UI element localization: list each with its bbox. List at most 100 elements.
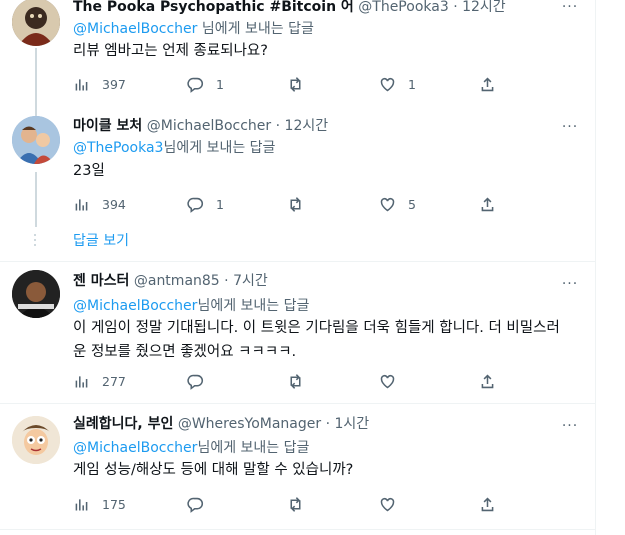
views-count: 277 [102, 373, 126, 389]
reply-context-text: 님에게 보내는 답글 [197, 440, 310, 456]
retweet-button[interactable] [287, 493, 316, 515]
timestamp[interactable]: 12시간 [285, 118, 329, 134]
retweet-icon [290, 373, 301, 389]
tweet-header: 마이클 보처 @MichaelBoccher · 12시간 [73, 116, 328, 136]
reply-mention-link[interactable]: @MichaelBoccher [73, 440, 197, 456]
share-button[interactable] [479, 493, 496, 515]
views-icon [75, 498, 88, 510]
avatar[interactable] [12, 416, 60, 464]
tweet-3[interactable]: 젠 마스터 @antman85 · 7시간 ··· @MichaelBocche… [0, 262, 595, 402]
reply-icon [187, 197, 203, 213]
reply-mention-link[interactable]: @ThePooka3 [73, 140, 163, 156]
tweet-header: 실례합니다, 부인 @WheresYoManager · 1시간 [73, 414, 369, 434]
views-icon [75, 375, 88, 387]
like-button[interactable]: 5 [379, 193, 416, 215]
views-button[interactable]: 277 [73, 370, 126, 392]
tweet-1[interactable]: The Pooka Psychopathic #Bitcoin 어 @ThePo… [0, 0, 595, 118]
reply-count: 1 [216, 196, 224, 212]
reply-icon [187, 374, 203, 390]
more-icon[interactable]: ··· [559, 274, 581, 294]
user-handle[interactable]: @MichaelBoccher [147, 118, 271, 134]
tweet-2[interactable]: 마이클 보처 @MichaelBoccher · 12시간 ··· @ThePo… [0, 110, 595, 260]
reply-context: @MichaelBoccher님에게 보내는 답글 [73, 438, 309, 458]
tweet-actions: 175 [73, 493, 503, 515]
share-icon [481, 196, 494, 211]
reply-context: @MichaelBoccher 님에게 보내는 답글 [73, 19, 314, 39]
user-handle[interactable]: @ThePooka3 [358, 0, 448, 15]
views-count: 397 [102, 76, 126, 92]
dot-separator: · [453, 0, 458, 15]
share-icon [481, 496, 494, 511]
reply-feed: The Pooka Psychopathic #Bitcoin 어 @ThePo… [0, 0, 596, 535]
avatar[interactable] [12, 270, 60, 318]
avatar[interactable] [12, 0, 60, 46]
views-button[interactable]: 394 [73, 193, 126, 215]
display-name[interactable]: 젠 마스터 [73, 273, 129, 289]
more-icon[interactable]: ··· [559, 0, 581, 17]
views-count: 394 [102, 196, 126, 212]
tweet-text: 이 게임이 정말 기대됩니다. 이 트윗은 기다림을 더욱 힘들게 합니다. 더… [73, 320, 560, 360]
more-icon[interactable]: ··· [559, 117, 581, 137]
timestamp[interactable]: 1시간 [334, 416, 369, 432]
like-button[interactable] [379, 370, 408, 392]
timestamp[interactable]: 7시간 [233, 273, 268, 289]
heart-icon [380, 197, 395, 211]
dot-separator: · [325, 416, 331, 432]
display-name[interactable]: 마이클 보처 [73, 118, 142, 134]
reply-icon [187, 77, 203, 93]
dot-separator: · [275, 118, 281, 134]
tweet-4[interactable]: 실례합니다, 부인 @WheresYoManager · 1시간 ··· @Mi… [0, 404, 595, 529]
retweet-button[interactable] [287, 370, 316, 392]
divider [0, 529, 595, 530]
views-button[interactable]: 397 [73, 73, 126, 95]
tweet-text: 게임 성능/해상도 등에 대해 말할 수 있습니까? [73, 462, 354, 478]
reply-mention-link[interactable]: @MichaelBoccher [73, 21, 197, 37]
reply-button[interactable]: 1 [187, 73, 224, 95]
like-button[interactable]: 1 [379, 73, 416, 95]
views-icon [75, 78, 88, 90]
user-handle[interactable]: @WheresYoManager [178, 416, 321, 432]
user-handle[interactable]: @antman85 [134, 273, 220, 289]
tweet-text: 리뷰 엠바고는 언제 종료되나요? [73, 43, 268, 59]
retweet-icon [290, 76, 301, 92]
share-button[interactable] [479, 370, 496, 392]
reply-button[interactable]: 1 [187, 193, 224, 215]
avatar[interactable] [12, 116, 60, 164]
reply-icon [187, 497, 203, 513]
like-count: 5 [408, 196, 416, 212]
share-icon [481, 373, 494, 388]
tweet-actions: 277 [73, 370, 503, 392]
show-replies-link[interactable]: 답글 보기 [73, 231, 129, 251]
heart-icon [380, 497, 395, 511]
tweet-header: The Pooka Psychopathic #Bitcoin 어 @ThePo… [73, 0, 506, 17]
reply-context-text: 님에게 보내는 답글 [163, 140, 276, 156]
views-button[interactable]: 175 [73, 493, 126, 515]
display-name[interactable]: The Pooka Psychopathic #Bitcoin 어 [73, 0, 354, 15]
like-button[interactable] [379, 493, 408, 515]
thread-line [35, 172, 37, 227]
reply-count: 1 [216, 76, 224, 92]
reply-context: @ThePooka3님에게 보내는 답글 [73, 138, 275, 158]
heart-icon [380, 374, 395, 388]
views-count: 175 [102, 496, 126, 512]
retweet-button[interactable] [287, 193, 316, 215]
more-icon[interactable]: ··· [559, 416, 581, 436]
dot-separator: · [224, 273, 229, 289]
share-icon [481, 76, 494, 91]
views-icon [75, 198, 88, 210]
tweet-header: 젠 마스터 @antman85 · 7시간 [73, 271, 268, 291]
thread-dots [34, 234, 37, 249]
display-name[interactable]: 실례합니다, 부인 [73, 416, 173, 432]
reply-button[interactable] [187, 493, 216, 515]
tweet-text: 23일 [73, 163, 105, 179]
retweet-icon [290, 196, 301, 212]
reply-mention-link[interactable]: @MichaelBoccher [73, 298, 197, 314]
share-button[interactable] [479, 193, 496, 215]
reply-button[interactable] [187, 370, 216, 392]
tweet-actions: 394 1 5 [73, 193, 503, 215]
reply-context: @MichaelBoccher님에게 보내는 답글 [73, 296, 309, 316]
retweet-button[interactable] [287, 73, 316, 95]
retweet-icon [290, 496, 301, 512]
timestamp[interactable]: 12시간 [462, 0, 506, 15]
share-button[interactable] [479, 73, 496, 95]
